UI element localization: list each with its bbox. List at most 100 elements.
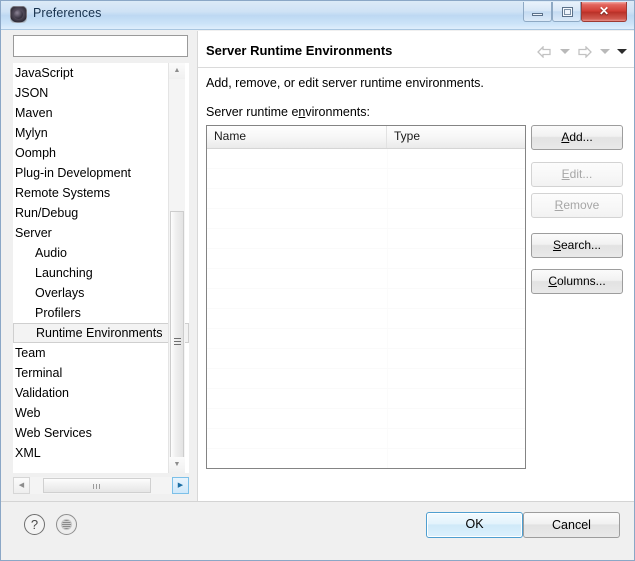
sidebar-item-label: JSON [15, 86, 48, 100]
table-row[interactable] [207, 429, 525, 449]
cancel-button[interactable]: Cancel [523, 512, 620, 538]
table-row[interactable] [207, 369, 525, 389]
tree-scroll-up-button[interactable]: ▲ [169, 63, 185, 79]
table-row[interactable] [207, 169, 525, 189]
page-menu-icon[interactable] [617, 49, 627, 54]
tree-vertical-scrollbar[interactable]: ▲ ▼ [168, 63, 185, 473]
preference-page: Server Runtime Environments Add, remove,… [197, 31, 635, 501]
tree-horizontal-scrollbar[interactable]: ◀ ▶ [13, 477, 189, 494]
page-description: Add, remove, or edit server runtime envi… [206, 76, 484, 90]
sidebar-item-xml[interactable]: XML [13, 443, 189, 463]
table-body[interactable] [207, 149, 525, 469]
table-row[interactable] [207, 249, 525, 269]
sidebar-item-label: Web [15, 406, 40, 420]
button-label: olumns... [557, 274, 606, 288]
button-mnemonic: R [555, 198, 564, 212]
table-row[interactable] [207, 409, 525, 429]
sidebar-item-label: JavaScript [15, 66, 73, 80]
table-row[interactable] [207, 189, 525, 209]
settings-disc-icon[interactable] [56, 514, 77, 535]
back-dropdown-icon[interactable] [560, 49, 570, 54]
table-row[interactable] [207, 149, 525, 169]
back-arrow-icon[interactable] [537, 46, 552, 58]
table-label-pre: Server runtime e [206, 105, 298, 119]
table-row[interactable] [207, 329, 525, 349]
sidebar-item-plug-in-development[interactable]: Plug-in Development [13, 163, 189, 183]
table-row[interactable] [207, 449, 525, 469]
table-row[interactable] [207, 269, 525, 289]
edit-button: Edit... [531, 162, 623, 187]
sidebar-item-web[interactable]: Web [13, 403, 189, 423]
chevron-up-icon: ▲ [169, 63, 185, 79]
sidebar-item-label: XML [15, 446, 41, 460]
sidebar-item-validation[interactable]: Validation [13, 383, 189, 403]
sidebar-item-terminal[interactable]: Terminal [13, 363, 189, 383]
sidebar-item-profilers[interactable]: Profilers [13, 303, 189, 323]
table-row[interactable] [207, 289, 525, 309]
table-row[interactable] [207, 389, 525, 409]
page-navigation-icons [534, 43, 627, 59]
remove-button: Remove [531, 193, 623, 218]
maximize-button[interactable] [552, 2, 581, 22]
column-header-type[interactable]: Type [387, 126, 525, 148]
sidebar-item-json[interactable]: JSON [13, 83, 189, 103]
add-button[interactable]: Add... [531, 125, 623, 150]
sidebar-item-label: Audio [35, 246, 67, 260]
preferences-filter-input[interactable] [13, 35, 188, 57]
scroll-thumb-grip-icon [174, 338, 181, 346]
preferences-dialog: Preferences ✕ JavaScriptJSONMavenMylynOo… [0, 0, 635, 561]
forward-dropdown-icon[interactable] [600, 49, 610, 54]
preferences-gear-icon [10, 6, 27, 23]
sidebar-item-label: Maven [15, 106, 53, 120]
minimize-button[interactable] [523, 2, 552, 22]
table-header-row: Name Type [207, 126, 525, 149]
table-row[interactable] [207, 309, 525, 329]
button-label: dd... [569, 130, 592, 144]
sidebar-item-team[interactable]: Team [13, 343, 189, 363]
sidebar-item-mylyn[interactable]: Mylyn [13, 123, 189, 143]
sidebar-item-label: Runtime Environments [36, 326, 162, 340]
sidebar-item-label: Profilers [35, 306, 81, 320]
ok-button[interactable]: OK [426, 512, 523, 538]
columns-button[interactable]: Columns... [531, 269, 623, 294]
tree-scroll-down-button[interactable]: ▼ [169, 457, 185, 473]
sidebar-item-audio[interactable]: Audio [13, 243, 189, 263]
search-button[interactable]: Search... [531, 233, 623, 258]
sidebar-item-label: Run/Debug [15, 206, 78, 220]
table-row[interactable] [207, 349, 525, 369]
sidebar-item-web-services[interactable]: Web Services [13, 423, 189, 443]
sidebar-item-server[interactable]: Server [13, 223, 189, 243]
sidebar-item-maven[interactable]: Maven [13, 103, 189, 123]
sidebar-item-runtime-environments[interactable]: Runtime Environments [13, 323, 189, 343]
table-label: Server runtime environments: [206, 105, 370, 119]
sidebar-item-oomph[interactable]: Oomph [13, 143, 189, 163]
sidebar-item-label: Remote Systems [15, 186, 110, 200]
header-divider [198, 67, 635, 68]
sidebar-item-label: Terminal [15, 366, 62, 380]
help-icon[interactable]: ? [24, 514, 45, 535]
button-label: emove [563, 198, 599, 212]
table-row[interactable] [207, 209, 525, 229]
forward-arrow-icon[interactable] [577, 46, 592, 58]
page-title: Server Runtime Environments [206, 43, 392, 58]
sidebar-item-label: Oomph [15, 146, 56, 160]
footer-divider [1, 501, 635, 502]
sidebar-item-launching[interactable]: Launching [13, 263, 189, 283]
table-row[interactable] [207, 229, 525, 249]
chevron-down-icon: ▼ [169, 457, 185, 473]
runtime-environments-table[interactable]: Name Type [206, 125, 526, 469]
button-mnemonic: E [562, 167, 570, 181]
sidebar-item-javascript[interactable]: JavaScript [13, 63, 189, 83]
sidebar-item-remote-systems[interactable]: Remote Systems [13, 183, 189, 203]
sidebar-item-label: Web Services [15, 426, 92, 440]
column-header-name[interactable]: Name [207, 126, 387, 148]
sidebar-item-overlays[interactable]: Overlays [13, 283, 189, 303]
tree-vertical-scroll-thumb[interactable] [170, 211, 184, 473]
tree-horizontal-scroll-thumb[interactable] [43, 478, 151, 493]
tree-scroll-right-button[interactable]: ▶ [172, 477, 189, 494]
preferences-tree[interactable]: JavaScript JSON Maven Mylyn Oomph Plug-in Dev… [13, 63, 189, 473]
sidebar-item-run-debug[interactable]: Run/Debug [13, 203, 189, 223]
tree-scroll-left-button[interactable]: ◀ [13, 477, 30, 494]
close-button[interactable]: ✕ [581, 2, 627, 22]
sidebar-item-label: Plug-in Development [15, 166, 131, 180]
